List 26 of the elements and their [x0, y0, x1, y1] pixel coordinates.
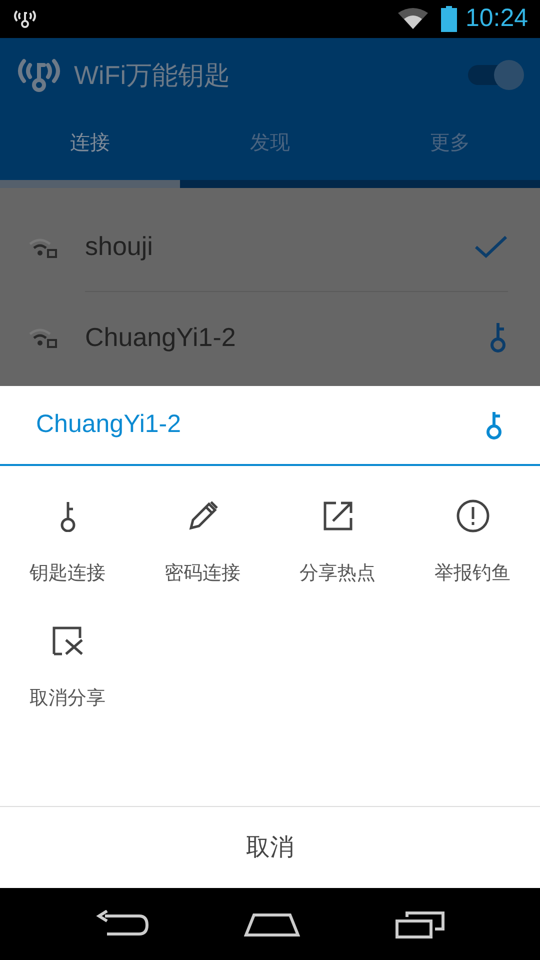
- wifi-switch[interactable]: [468, 60, 524, 90]
- action-label[interactable]: 分享热点: [300, 560, 376, 588]
- alert-icon: [456, 499, 490, 533]
- action-label[interactable]: 取消分享: [30, 684, 106, 713]
- pencil-icon: [186, 500, 218, 532]
- action-label[interactable]: 举报钓鱼: [434, 560, 510, 588]
- back-icon[interactable]: [95, 910, 150, 938]
- action-label[interactable]: 密码连接: [164, 560, 240, 588]
- clock-time: 10:24: [465, 3, 528, 34]
- app-title: WiFi万能钥匙: [74, 58, 230, 92]
- wifi-signal-icon: [397, 8, 430, 30]
- unshare-icon: [52, 626, 84, 656]
- locked-wifi-icon: [28, 236, 58, 258]
- check-icon: [474, 234, 508, 258]
- share-icon: [322, 501, 352, 531]
- battery-icon: [441, 6, 458, 32]
- home-icon[interactable]: [244, 911, 300, 937]
- sheet-title: ChuangYi1-2: [36, 409, 182, 440]
- recent-apps-icon[interactable]: [394, 909, 445, 939]
- key-icon: [484, 410, 504, 440]
- app-logo-icon: [16, 57, 62, 93]
- wifi-key-icon: [12, 8, 38, 30]
- key-icon: [58, 500, 76, 532]
- key-icon: [488, 321, 508, 353]
- locked-wifi-icon: [28, 326, 58, 348]
- action-label[interactable]: 钥匙连接: [30, 560, 106, 588]
